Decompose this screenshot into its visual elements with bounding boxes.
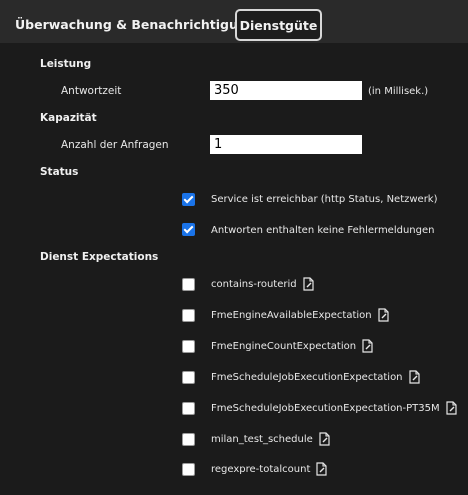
- antwortzeit-input[interactable]: [210, 81, 362, 100]
- tab-bar: Überwachung & Benachrichtigung Dienstgüt…: [0, 0, 468, 43]
- expectation-checkbox[interactable]: [182, 371, 195, 384]
- expectation-label: contains-routerid: [211, 278, 297, 290]
- expectation-item: FmeEngineCountExpectation: [211, 339, 374, 353]
- section-kapazitaet-title: Kapazität: [40, 112, 97, 124]
- expectation-checkbox[interactable]: [182, 463, 195, 476]
- edit-document-icon[interactable]: [408, 370, 421, 384]
- section-expectations-title: Dienst Expectations: [40, 251, 159, 263]
- section-status-title: Status: [40, 166, 79, 178]
- expectation-item: contains-routerid: [211, 277, 315, 291]
- expectation-label: regexpre-totalcount: [211, 463, 311, 475]
- expectation-label: FmeEngineAvailableExpectation: [211, 309, 372, 321]
- expectation-checkbox[interactable]: [182, 402, 195, 415]
- antwortzeit-label: Antwortzeit: [61, 85, 122, 97]
- edit-document-icon[interactable]: [377, 308, 390, 322]
- tab-dienstguete[interactable]: Dienstgüte: [235, 9, 322, 41]
- edit-document-icon[interactable]: [361, 339, 374, 353]
- expectation-item: FmeEngineAvailableExpectation: [211, 308, 390, 322]
- expectation-checkbox[interactable]: [182, 433, 195, 446]
- antwortzeit-unit: (in Millisek.): [368, 86, 429, 97]
- expectation-checkbox[interactable]: [182, 278, 195, 291]
- tab-ueberwachung[interactable]: Überwachung & Benachrichtigung: [15, 9, 256, 39]
- anfragen-input[interactable]: [210, 135, 362, 154]
- expectation-item: milan_test_schedule: [211, 432, 331, 446]
- edit-document-icon[interactable]: [318, 432, 331, 446]
- edit-document-icon[interactable]: [315, 462, 328, 476]
- expectation-item: regexpre-totalcount: [211, 462, 328, 476]
- expectation-checkbox[interactable]: [182, 309, 195, 322]
- expectation-label: FmeScheduleJobExecutionExpectation: [211, 371, 403, 383]
- anfragen-label: Anzahl der Anfragen: [61, 139, 169, 151]
- status-checkbox-reachable[interactable]: [182, 193, 195, 206]
- settings-panel: Leistung Antwortzeit (in Millisek.) Kapa…: [0, 43, 468, 495]
- status-checkbox-no-errors[interactable]: [182, 223, 195, 236]
- status-label-no-errors: Antworten enthalten keine Fehlermeldunge…: [211, 225, 435, 236]
- expectation-label: milan_test_schedule: [211, 433, 313, 445]
- expectation-label: FmeScheduleJobExecutionExpectation-PT35M: [211, 402, 440, 414]
- section-leistung-title: Leistung: [40, 58, 92, 70]
- expectation-label: FmeEngineCountExpectation: [211, 340, 357, 352]
- expectation-item: FmeScheduleJobExecutionExpectation: [211, 370, 421, 384]
- edit-document-icon[interactable]: [445, 401, 458, 415]
- status-label-reachable: Service ist erreichbar (http Status, Net…: [211, 194, 438, 205]
- expectation-checkbox[interactable]: [182, 340, 195, 353]
- edit-document-icon[interactable]: [302, 277, 315, 291]
- expectation-item: FmeScheduleJobExecutionExpectation-PT35M: [211, 401, 458, 415]
